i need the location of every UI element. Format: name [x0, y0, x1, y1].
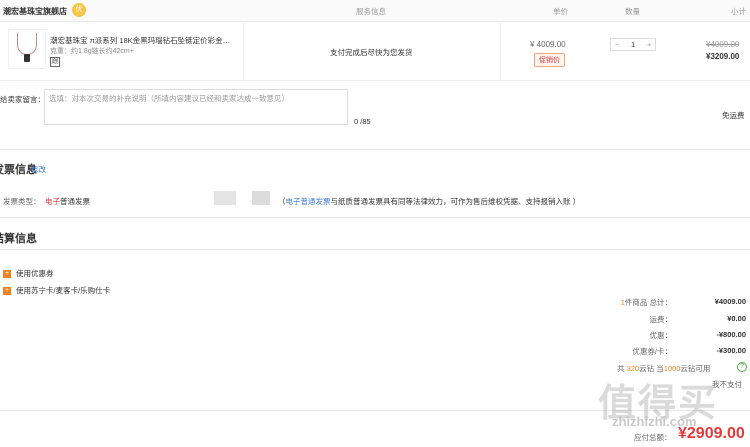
freight-label: 运费：	[649, 315, 673, 324]
message-char-count: 0 /85	[354, 117, 371, 126]
col-qty: 数量	[625, 7, 640, 16]
invoice-edit-link[interactable]: 修改	[31, 164, 46, 175]
invoice-type-highlight: 电子	[45, 197, 60, 206]
original-subtotal: ¥4009.00	[706, 40, 740, 49]
unit-price: ¥ 4009.00	[530, 40, 566, 49]
qty-minus-button[interactable]: −	[615, 40, 619, 49]
necklace-chain-graphic	[17, 33, 37, 55]
freight-value: ¥0.00	[727, 314, 746, 323]
note-paren: （	[278, 197, 286, 206]
coupon-label: 优惠券/卡：	[632, 347, 672, 356]
use-card-label: 使用苏宁卡/麦客卡/乐购仕卡	[16, 286, 111, 295]
divider	[0, 149, 750, 150]
qty-input[interactable]: 1	[631, 40, 635, 49]
shipping-fee: 免运费	[722, 111, 745, 120]
e-invoice-link[interactable]: 电子普通发票	[286, 197, 331, 206]
item-subtotal: ¥3209.00	[706, 52, 740, 61]
discount-label: 优惠：	[649, 331, 673, 340]
settlement-section-title: 结算信息	[0, 233, 37, 245]
col-subtotal: 小计	[731, 7, 746, 16]
use-coupon-toggle[interactable]: + 使用优惠券	[3, 268, 54, 279]
blurred-field	[214, 191, 236, 205]
shop-name-link[interactable]: 潮宏基珠宝旗舰店	[3, 6, 67, 17]
invoice-note: （电子普通发票与纸质普通发票具有同等法律效力，可作为售后维权凭据、支持报销入账 …	[278, 196, 580, 207]
service-info: 支付完成后尽快为您发货	[330, 48, 413, 57]
discount-value: -¥800.00	[716, 330, 746, 339]
invoice-type-rest: 普通发票	[60, 197, 90, 206]
seller-message-label: 给卖家留言：	[0, 95, 45, 104]
product-spec: 克重：约1.8g链长约42cm+	[50, 48, 134, 55]
divider	[0, 249, 750, 250]
seller-message-input[interactable]: 选填：对本次交易的补充说明（所填内容建议已经和卖家达成一致意见）	[44, 89, 348, 125]
goods-count-label: 1件商品 总计：	[621, 297, 672, 308]
use-card-toggle[interactable]: + 使用苏宁卡/麦客卡/乐购仕卡	[3, 285, 110, 296]
qty-plus-button[interactable]: +	[647, 40, 651, 49]
col-price: 单价	[553, 7, 568, 16]
expand-plus-icon: +	[3, 270, 11, 279]
invoice-type-label: 发票类型：	[3, 197, 41, 206]
pendant-graphic	[24, 54, 30, 62]
shop-badge-icon: 优	[72, 3, 86, 17]
help-icon[interactable]: ?	[737, 362, 747, 372]
goods-total-value: ¥4009.00	[714, 297, 746, 306]
product-title-link[interactable]: 潮宏基珠宝 π派系列 18K金黑玛瑙钻石坠链定价彩金…	[50, 35, 240, 46]
total-label: 应付总额：	[634, 433, 672, 442]
column-divider	[243, 23, 244, 81]
expand-plus-icon: +	[3, 287, 11, 296]
blurred-field	[252, 191, 270, 205]
use-coupon-label: 使用优惠券	[16, 269, 54, 278]
column-divider	[500, 23, 501, 81]
invoice-type-value: 电子普通发票	[45, 196, 90, 207]
col-service: 服务信息	[356, 7, 386, 16]
product-thumbnail[interactable]	[8, 29, 46, 69]
guarantee-icon: 跟	[50, 57, 60, 67]
quantity-stepper: − 1 +	[610, 38, 656, 51]
goods-count-text: 件商品 总计：	[624, 298, 672, 307]
watermark-url: zhizhizhi.com	[612, 414, 697, 429]
table-header: 潮宏基珠宝旗舰店 优 服务信息 单价 数量 小计	[0, 0, 750, 22]
coupon-value: -¥300.00	[716, 346, 746, 355]
divider	[0, 217, 750, 218]
note-text: 与纸质普通发票具有同等法律效力，可作为售后维权凭据、支持报销入账 ）	[330, 197, 581, 206]
promo-price-tag: 促销价	[534, 53, 565, 67]
